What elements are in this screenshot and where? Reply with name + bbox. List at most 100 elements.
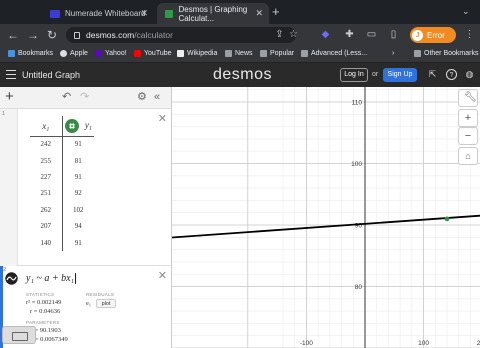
collapse-list-icon[interactable]: « (154, 91, 160, 103)
desmos-favicon-icon (165, 9, 174, 18)
help-icon[interactable]: ? (446, 69, 457, 80)
bookmark-star-icon[interactable]: ☆ (288, 29, 299, 40)
table-cell[interactable]: 227 (30, 168, 63, 186)
bookmark-item[interactable]: Yahoo! (95, 50, 127, 57)
table-cell[interactable]: 262 (30, 201, 63, 218)
delete-expression-icon[interactable]: ✕ (158, 269, 167, 282)
residuals-label: RESIDUALS (86, 292, 115, 297)
zoom-in-button[interactable]: + (458, 109, 478, 127)
wikipedia-icon (177, 50, 184, 57)
share-graph-icon[interactable]: ⇱ (427, 69, 438, 80)
new-tab-button[interactable]: + (272, 5, 280, 18)
home-zoom-button[interactable]: ⌂ (458, 147, 478, 165)
table-row: 242 91 (30, 136, 94, 153)
bookmarks-overflow-chevron-icon[interactable]: › (392, 50, 394, 57)
bookmark-item[interactable]: Other Bookmarks (414, 50, 478, 57)
extension-shield-icon[interactable]: ◆ (320, 29, 331, 40)
tab-numerade[interactable]: Numerade Whiteboard ✕ (42, 3, 154, 24)
statistics-label: STATISTICS (26, 292, 55, 297)
y-tick-label: 110 (352, 100, 363, 107)
x-tick-label: 100 (418, 340, 429, 347)
login-button[interactable]: Log In (340, 68, 368, 82)
bookmark-item[interactable]: Popular (260, 50, 294, 57)
more-menu-icon[interactable]: ⋮ (464, 29, 475, 40)
table-expression[interactable]: 1 ✕ x₁ y₁ 242 91 255 81 227 91 251 92 262 102… (0, 109, 171, 266)
table-cell[interactable]: 94 (62, 218, 94, 234)
add-item-button[interactable]: + (5, 89, 14, 105)
bookmark-item[interactable]: Advanced (Less... (301, 50, 367, 57)
bookmark-item[interactable]: YouTube (134, 50, 172, 57)
table-cell[interactable]: 255 (30, 152, 63, 169)
column-header-y[interactable]: y₁ (62, 116, 94, 137)
column-header-x[interactable]: x₁ (30, 116, 63, 137)
back-arrow-icon[interactable]: ← (7, 28, 19, 42)
plot-residuals-button[interactable]: plot (96, 299, 116, 308)
settings-gear-icon[interactable]: ⚙ (137, 91, 147, 103)
graph-canvas[interactable]: -1001002003001101009080 (172, 87, 480, 348)
close-tab-icon[interactable]: ✕ (255, 8, 263, 19)
table-cell[interactable]: 242 (30, 136, 63, 153)
graph-settings-button[interactable]: 🔧︎ (458, 89, 478, 107)
graph-title[interactable]: Untitled Graph (22, 70, 80, 80)
desmos-header: Untitled Graph desmos Log In or Sign Up … (0, 63, 480, 87)
globe-icon[interactable]: ◍ (464, 69, 475, 80)
cast-icon[interactable]: ▭ (366, 29, 377, 40)
table-cell[interactable]: 81 (62, 152, 94, 168)
sidebar-icon[interactable]: ▯ (388, 29, 399, 40)
bookmark-item[interactable]: News (225, 50, 253, 57)
tab-title: Numerade Whiteboard (65, 9, 146, 18)
url-input[interactable]: desmos.com/calculator (66, 27, 296, 43)
table-cell[interactable]: 207 (30, 217, 63, 235)
folder-icon (301, 50, 308, 57)
regression-formula[interactable]: y₁ ~ a + bx₁ (26, 273, 76, 284)
delete-expression-icon[interactable]: ✕ (158, 112, 167, 125)
lock-icon (74, 31, 80, 39)
regression-line (172, 214, 480, 239)
bookmark-item[interactable]: Apple (60, 50, 88, 57)
y-tick-label: 100 (351, 161, 362, 168)
expression-toolbar: + ↶ ↷ ⚙ « (0, 87, 172, 109)
table-cell[interactable]: 140 (30, 234, 63, 251)
error-label: Error (427, 30, 445, 40)
table-cell[interactable]: 102 (62, 202, 94, 218)
expression-number: 1 (2, 111, 6, 117)
bookmark-item[interactable]: Bookmarks (8, 50, 53, 57)
redo-icon[interactable]: ↷ (80, 91, 89, 103)
table-row: 262 102 (30, 201, 94, 218)
share-icon[interactable]: ⇪ (274, 29, 285, 40)
address-toolbar: ← → ↻ desmos.com/calculator ⇪ ☆ ◆ ✚ ▭ ▯ … (0, 24, 480, 46)
keyboard-toggle-button[interactable] (2, 326, 36, 344)
data-table[interactable]: x₁ y₁ 242 91 255 81 227 91 251 92 262 102 207… (30, 116, 94, 251)
signup-button[interactable]: Sign Up (383, 68, 417, 82)
tab-desmos[interactable]: Desmos | Graphing Calculat... ✕ (157, 3, 269, 24)
table-cell[interactable]: 91 (62, 136, 94, 152)
x-tick-label: -100 (300, 340, 313, 347)
undo-icon[interactable]: ↶ (62, 91, 71, 103)
expression-gutter: 1 (0, 109, 18, 266)
reload-icon[interactable]: ↻ (47, 28, 57, 42)
point-style-icon[interactable] (64, 118, 79, 133)
r-value: r = 0.04636 (30, 308, 61, 315)
graph-paper[interactable]: -1001002003001101009080 (172, 87, 480, 348)
forward-arrow-icon[interactable]: → (27, 28, 39, 42)
avatar: J (412, 29, 423, 41)
folder-icon (225, 50, 232, 57)
table-cell[interactable]: 91 (62, 169, 94, 185)
bookmarks-star-icon (8, 50, 15, 57)
close-tab-icon[interactable]: ✕ (140, 8, 148, 19)
profile-error-button[interactable]: J Error (410, 27, 456, 43)
table-row: 227 91 (30, 168, 94, 186)
table-cell[interactable]: 251 (30, 185, 63, 202)
table-cell[interactable]: 91 (62, 234, 94, 250)
table-cell[interactable]: 92 (62, 185, 94, 201)
tab-search-chevron-icon[interactable]: ⌄ (462, 6, 470, 17)
zoom-out-button[interactable]: − (458, 127, 478, 145)
table-row: 255 81 (30, 152, 94, 169)
url-path: /calculator (134, 30, 173, 40)
bookmark-item[interactable]: Wikipedia (177, 50, 217, 57)
youtube-icon (134, 50, 141, 57)
table-row: 207 94 (30, 217, 94, 235)
hamburger-menu-icon[interactable] (6, 70, 16, 79)
url-domain: desmos.com (86, 30, 135, 40)
extensions-puzzle-icon[interactable]: ✚ (344, 29, 355, 40)
